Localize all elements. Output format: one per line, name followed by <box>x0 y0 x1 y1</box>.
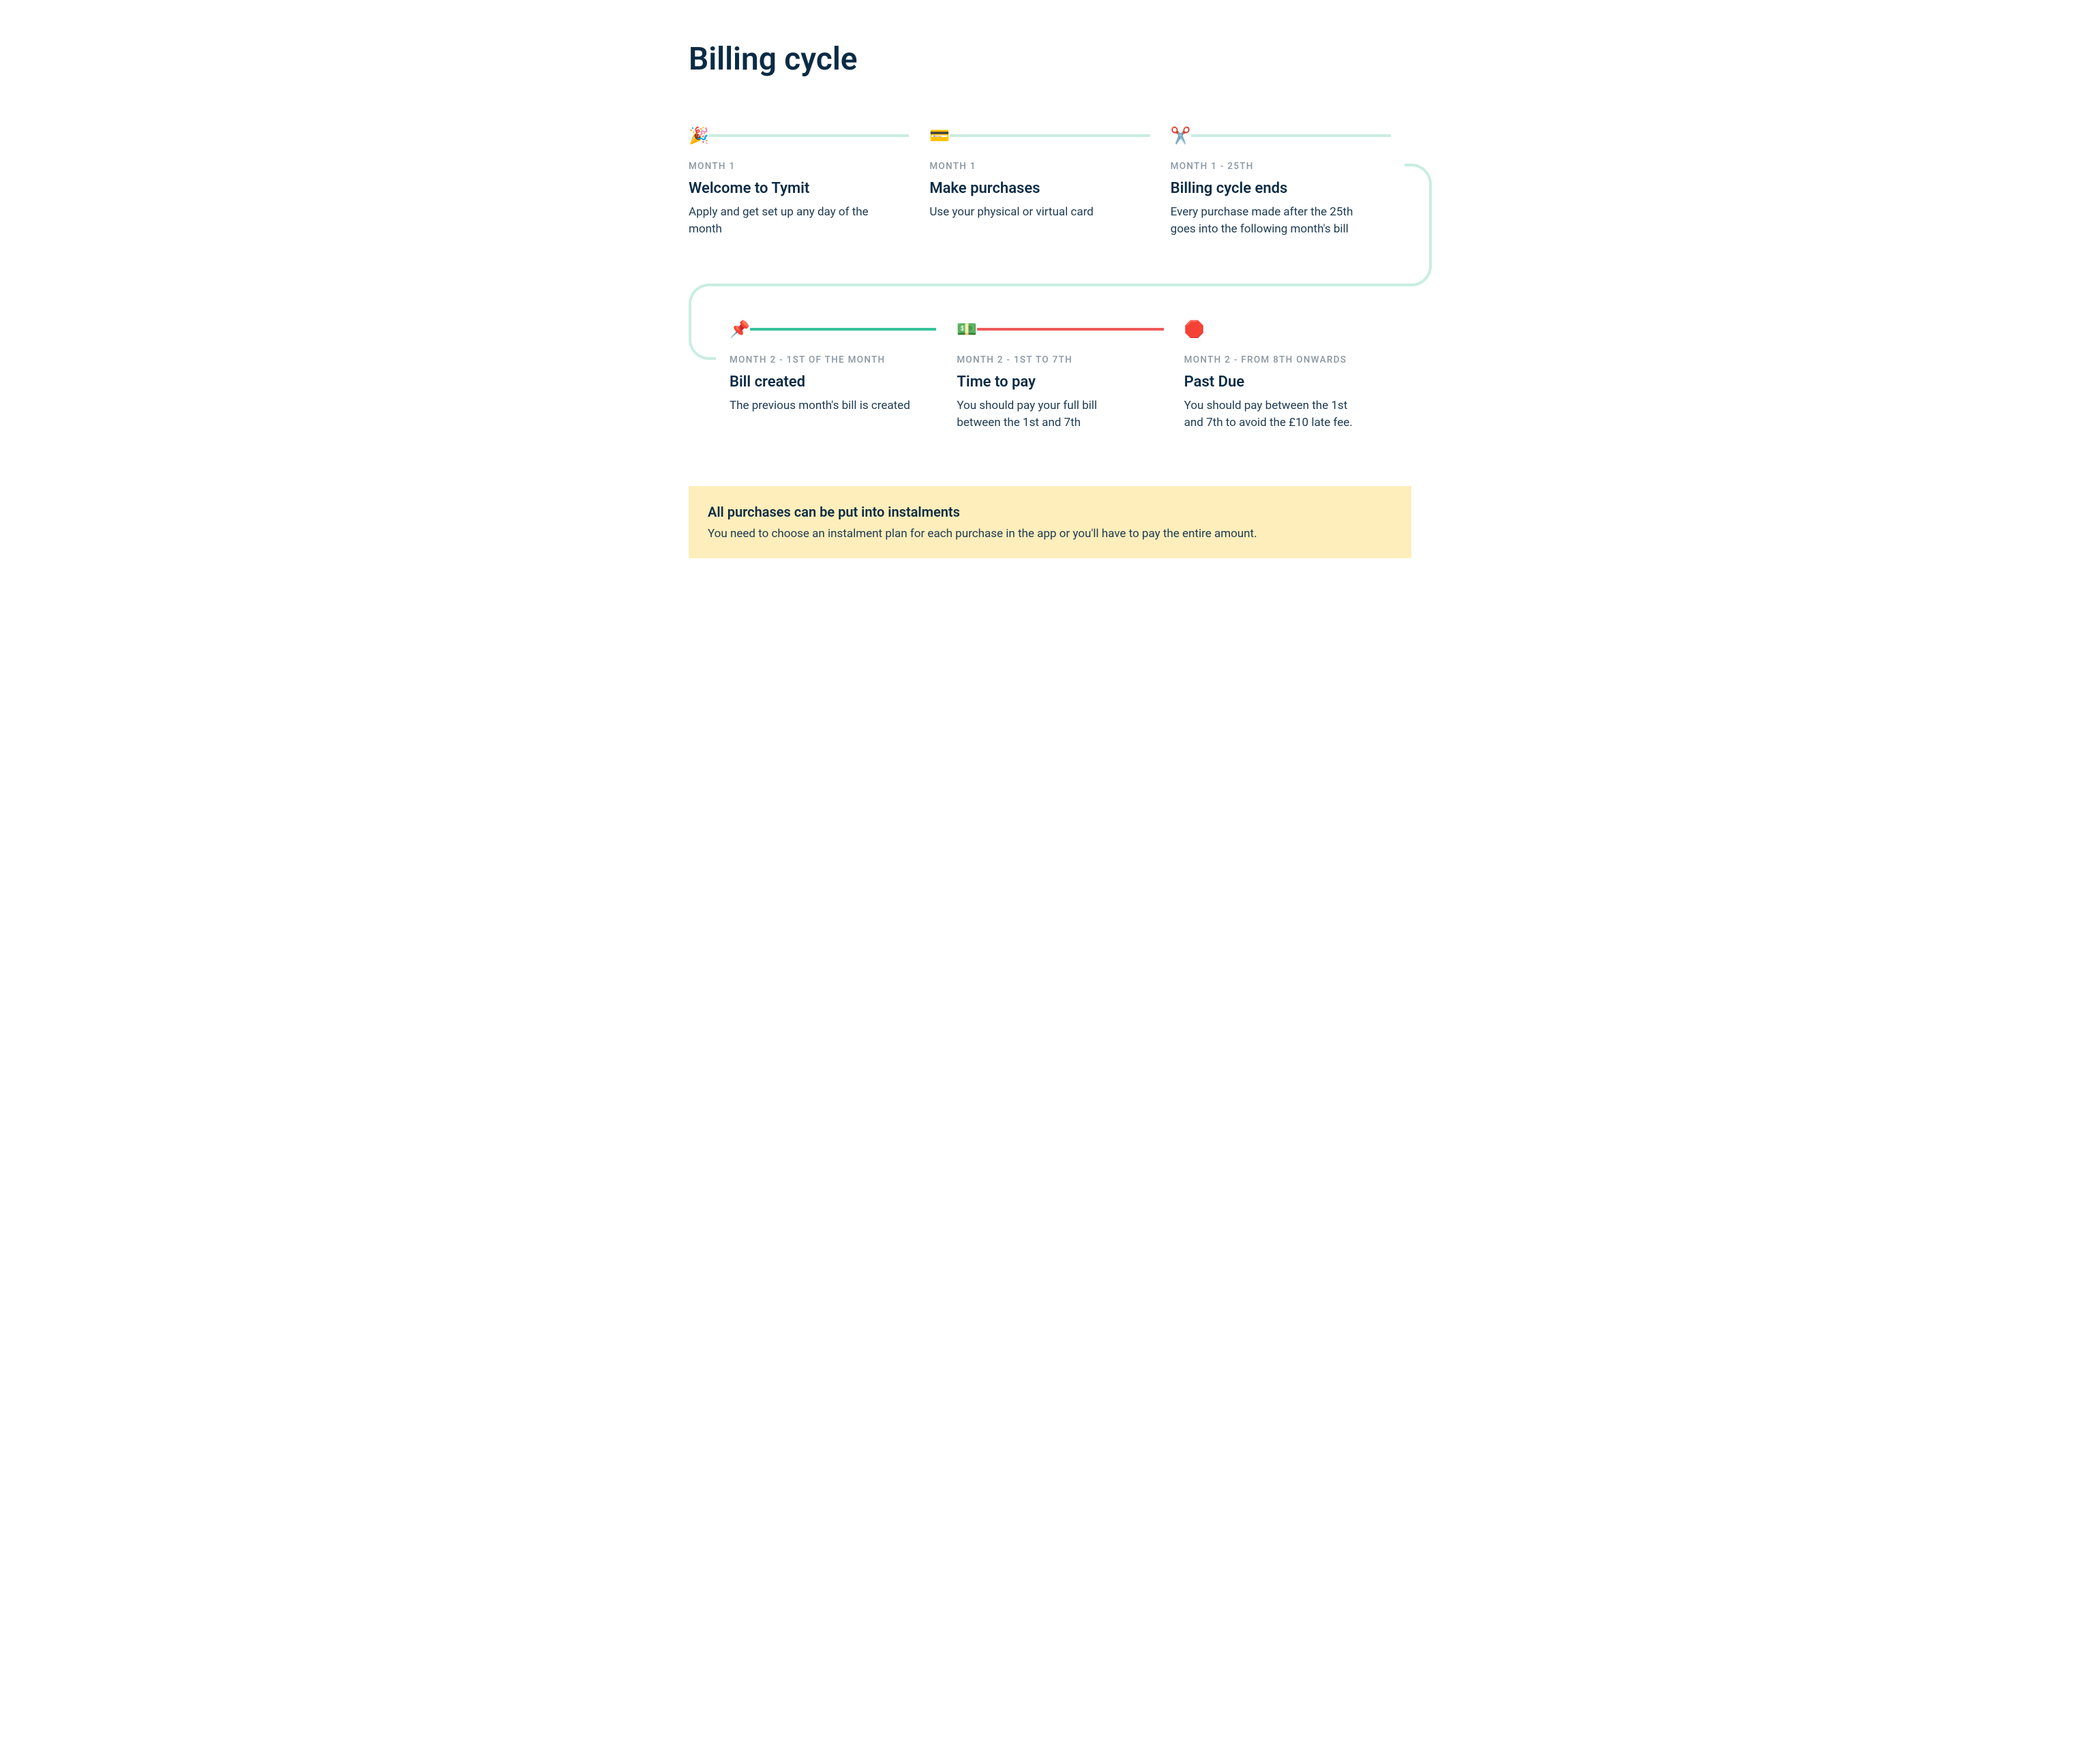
step-billing-cycle-ends: ✂️ MONTH 1 - 25TH Billing cycle ends Eve… <box>1171 125 1411 237</box>
timeline-segment <box>1191 134 1391 137</box>
step-time-to-pay: 💵 MONTH 2 - 1ST TO 7TH Time to pay You s… <box>957 319 1184 431</box>
page-title: Billing cycle <box>689 41 1411 78</box>
step-desc: Apply and get set up any day of the mont… <box>689 204 873 237</box>
timeline-segment <box>709 134 909 137</box>
step-welcome: 🎉 MONTH 1 Welcome to Tymit Apply and get… <box>689 125 929 237</box>
money-icon: 💵 <box>957 320 977 339</box>
timeline-segment <box>950 134 1150 137</box>
step-desc: Use your physical or virtual card <box>929 204 1113 221</box>
timeline-segment-green <box>750 328 936 331</box>
step-title: Make purchases <box>929 180 1150 197</box>
notice-body: You need to choose an instalment plan fo… <box>708 527 1392 541</box>
step-title: Welcome to Tymit <box>689 180 909 197</box>
connector-left-curve <box>689 284 716 360</box>
scissors-icon: ✂️ <box>1171 126 1191 145</box>
stop-sign-icon: 🛑 <box>1184 320 1205 339</box>
pushpin-icon: 📌 <box>730 320 750 339</box>
timeline-connector <box>689 237 1411 319</box>
timeline-row-2: 📌 MONTH 2 - 1ST OF THE MONTH Bill create… <box>689 319 1411 431</box>
step-title: Time to pay <box>957 374 1163 391</box>
step-eyebrow: MONTH 1 <box>929 161 1150 172</box>
step-past-due: 🛑 MONTH 2 - FROM 8TH ONWARDS Past Due Yo… <box>1184 319 1411 431</box>
step-eyebrow: MONTH 2 - 1ST TO 7TH <box>957 354 1163 365</box>
notice-title: All purchases can be put into instalment… <box>708 504 1392 520</box>
step-make-purchases: 💳 MONTH 1 Make purchases Use your physic… <box>929 125 1170 237</box>
step-eyebrow: MONTH 2 - 1ST OF THE MONTH <box>730 354 936 365</box>
connector-mid-line <box>716 284 1405 286</box>
step-desc: Every purchase made after the 25th goes … <box>1171 204 1355 237</box>
party-icon: 🎉 <box>689 126 709 145</box>
step-eyebrow: MONTH 2 - FROM 8TH ONWARDS <box>1184 354 1391 365</box>
credit-card-icon: 💳 <box>929 126 950 145</box>
step-title: Bill created <box>730 374 936 391</box>
step-eyebrow: MONTH 1 <box>689 161 909 172</box>
step-bill-created: 📌 MONTH 2 - 1ST OF THE MONTH Bill create… <box>730 319 957 431</box>
billing-cycle-diagram: Billing cycle 🎉 MONTH 1 Welcome to Tymit… <box>641 0 1459 586</box>
step-title: Past Due <box>1184 374 1391 391</box>
step-eyebrow: MONTH 1 - 25TH <box>1171 161 1391 172</box>
step-desc: You should pay between the 1st and 7th t… <box>1184 397 1368 431</box>
connector-right-curve <box>1405 164 1432 286</box>
instalments-notice: All purchases can be put into instalment… <box>689 486 1411 558</box>
step-title: Billing cycle ends <box>1171 180 1391 197</box>
timeline-row-1: 🎉 MONTH 1 Welcome to Tymit Apply and get… <box>689 125 1411 237</box>
timeline-segment-red <box>977 328 1163 331</box>
step-desc: You should pay your full bill between th… <box>957 397 1141 431</box>
step-desc: The previous month's bill is created <box>730 397 914 414</box>
